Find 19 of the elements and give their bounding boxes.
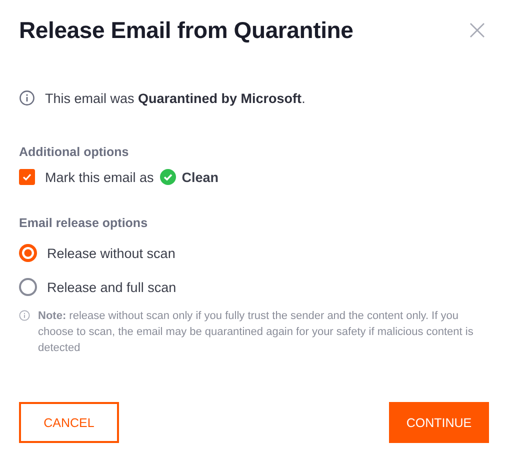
section-heading: Email release options: [19, 216, 149, 230]
radio-button[interactable]: [19, 244, 37, 262]
section-heading: Additional options: [19, 145, 130, 159]
radio-label: Release without scan: [47, 246, 176, 260]
info-icon: [19, 310, 30, 321]
checkbox[interactable]: [19, 169, 35, 185]
checkmark-icon: [21, 171, 33, 183]
cancel-button[interactable]: CANCEL: [19, 402, 119, 443]
info-message: This email was Quarantined by Microsoft.: [45, 90, 306, 106]
checkbox-label: Mark this email as: [45, 170, 154, 184]
info-icon: [19, 90, 35, 106]
radio-label: Release and full scan: [47, 280, 176, 294]
close-button[interactable]: ×: [466, 16, 489, 44]
note-text: Note: release without scan only if you fully trust the sender and the content only. If you choose to scan, the email may be quarantined again for your safety if malicious content is detected: [38, 309, 474, 356]
status-label: Clean: [182, 170, 219, 184]
radio-button[interactable]: [19, 278, 37, 296]
continue-button[interactable]: CONTINUE: [389, 402, 489, 443]
check-circle-icon: [160, 169, 176, 185]
dialog-title: Release Email from Quarantine: [19, 16, 354, 44]
